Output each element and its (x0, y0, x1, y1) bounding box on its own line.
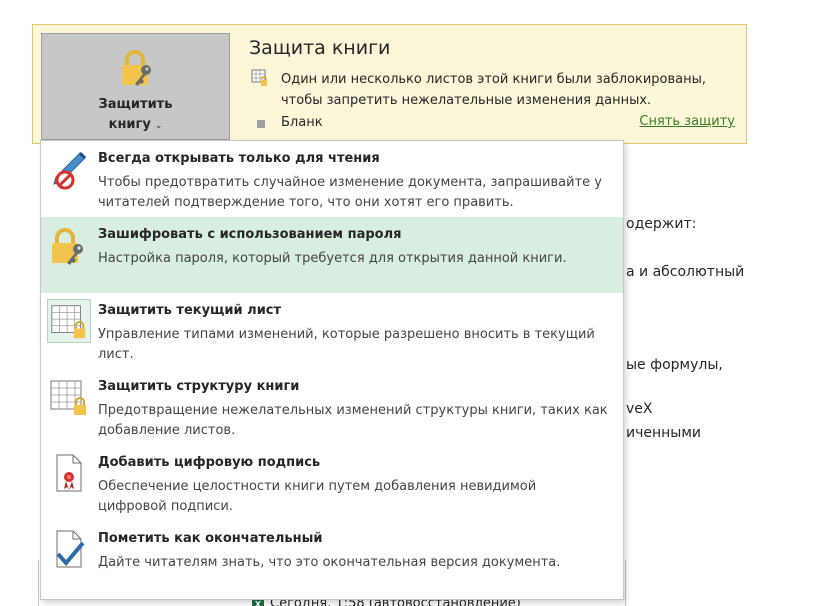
menu-item-title: Зашифровать с использованием пароля (98, 227, 402, 242)
menu-item-mark-final[interactable]: Пометить как окончательный Дайте читател… (41, 521, 623, 597)
menu-item-title: Всегда открывать только для чтения (98, 151, 380, 166)
protect-workbook-banner: Защитить книгу ⌄ Защита книги Один или не… (32, 24, 747, 144)
unprotect-link[interactable]: Снять защиту (639, 114, 735, 129)
background-text: ые формулы, (626, 357, 723, 373)
protect-workbook-button[interactable]: Защитить книгу ⌄ (41, 33, 230, 140)
signature-ribbon-icon (56, 454, 82, 492)
background-text: одержит: (626, 216, 697, 232)
sheet-lock-icon (47, 299, 91, 343)
workbook-lock-icon (50, 380, 86, 415)
background-text: а и абсолютный (626, 264, 745, 280)
menu-item-description: Чтобы предотвратить случайное изменение … (98, 175, 602, 210)
menu-item-protect-structure[interactable]: Защитить структуру книги Предотвращение … (41, 369, 623, 445)
sheet-lock-icon (251, 69, 267, 86)
banner-title: Защита книги (249, 37, 391, 59)
locked-sheet-name: Бланк (281, 115, 323, 130)
background-text: иченными (626, 425, 702, 441)
menu-item-encrypt-password[interactable]: Зашифровать с использованием пароля Наст… (41, 217, 623, 293)
lock-key-icon (122, 50, 151, 86)
menu-item-title: Защитить структуру книги (98, 379, 300, 394)
protect-workbook-menu: Всегда открывать только для чтения Чтобы… (40, 140, 624, 600)
sheet-bullet-icon (257, 120, 265, 128)
menu-item-description: Настройка пароля, который требуется для … (98, 251, 567, 266)
menu-item-title: Добавить цифровую подпись (98, 455, 321, 470)
menu-item-title: Защитить текущий лист (98, 303, 282, 318)
background-text: veX (626, 401, 653, 417)
menu-item-digital-signature[interactable]: Добавить цифровую подпись Обеспечение це… (41, 445, 623, 521)
menu-item-protect-sheet[interactable]: Защитить текущий лист Управление типами … (41, 293, 623, 369)
protect-workbook-label-2: книгу ⌄ (108, 117, 163, 132)
menu-item-title: Пометить как окончательный (98, 531, 323, 546)
banner-description: Один или несколько листов этой книги был… (281, 72, 707, 108)
lock-key-icon (52, 228, 83, 265)
document-check-icon (56, 530, 85, 568)
excel-file-icon: X (252, 599, 264, 606)
menu-item-description: Управление типами изменений, которые раз… (98, 327, 595, 362)
menu-item-read-only[interactable]: Всегда открывать только для чтения Чтобы… (41, 141, 623, 217)
protect-workbook-label-1: Защитить (98, 97, 173, 112)
menu-item-description: Предотвращение нежелательных изменений с… (98, 403, 608, 438)
menu-item-description: Дайте читателям знать, что это окончател… (98, 555, 561, 570)
pencil-no-icon (53, 151, 87, 190)
chevron-down-icon: ⌄ (154, 121, 163, 131)
menu-item-description: Обеспечение целостности книги путем доба… (98, 479, 537, 514)
